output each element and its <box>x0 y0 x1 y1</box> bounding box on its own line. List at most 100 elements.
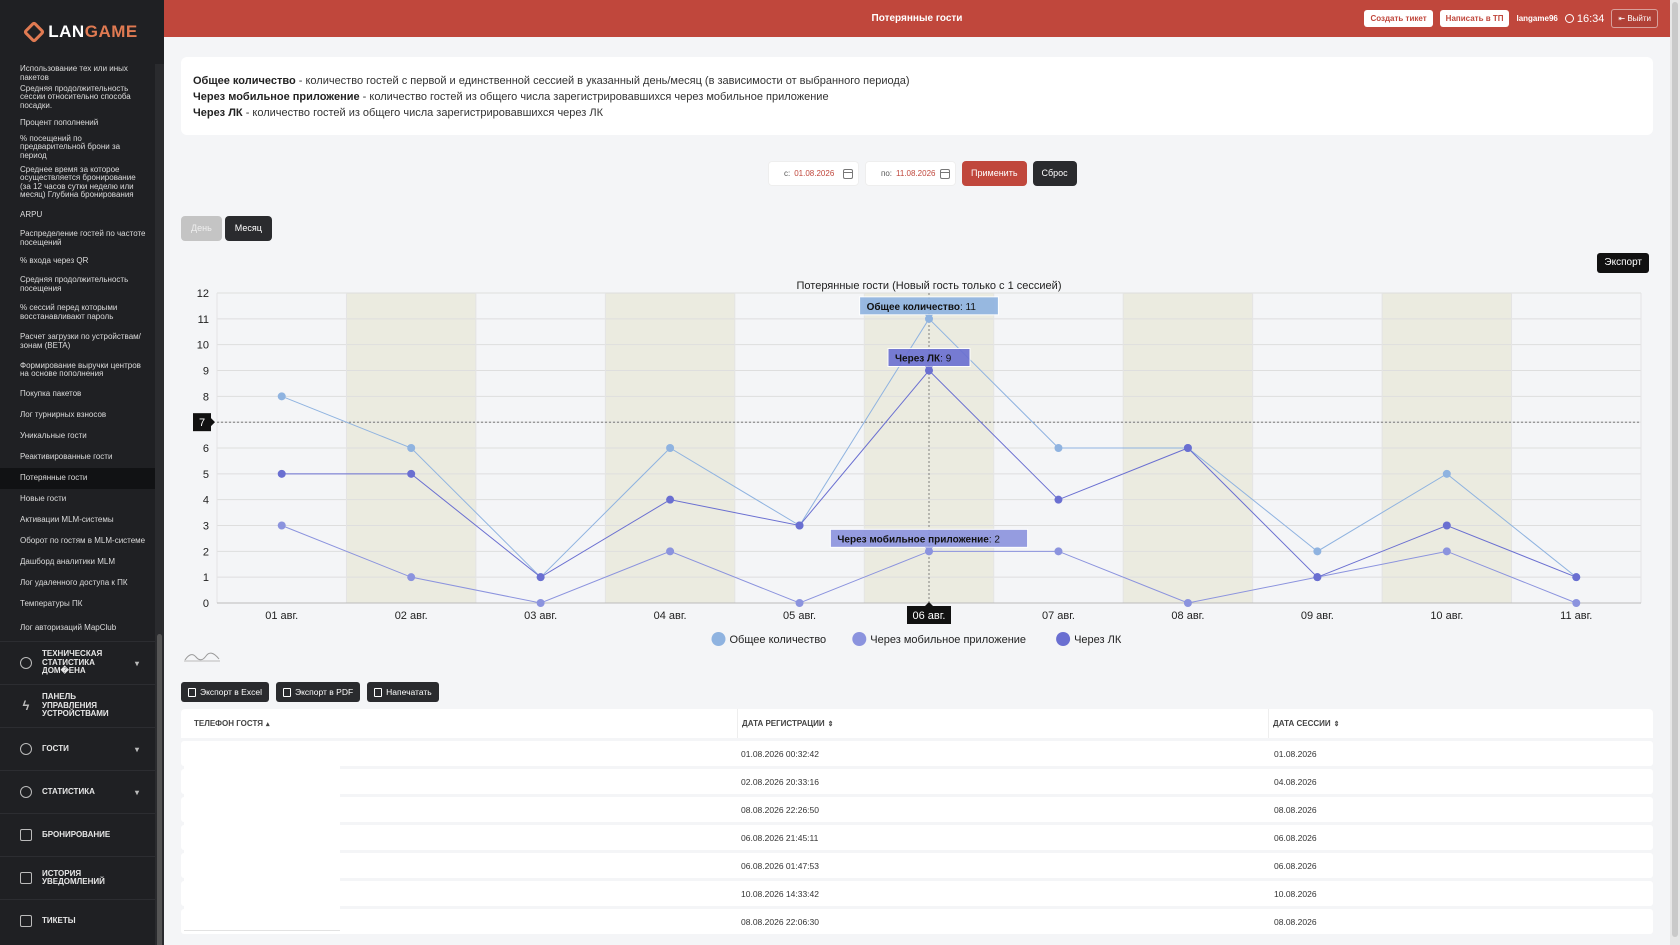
table-row[interactable]: 06.08.2026 01:47:53 06.08.2026 <box>181 853 1653 878</box>
page-scrollbar[interactable] <box>1670 0 1680 945</box>
period-day-button[interactable]: День <box>181 216 222 241</box>
export-button[interactable]: Экспорт <box>1597 253 1649 273</box>
data-point[interactable] <box>1442 469 1451 478</box>
legend-item[interactable]: Через мобильное приложение <box>852 632 1026 646</box>
data-point[interactable] <box>536 573 545 582</box>
data-point[interactable] <box>407 469 416 478</box>
column-phone[interactable]: ТЕЛЕФОН ГОСТЯ ▴ <box>181 709 737 738</box>
data-point[interactable] <box>1183 599 1192 607</box>
data-point[interactable] <box>407 444 416 452</box>
data-point[interactable] <box>536 599 545 607</box>
calendar-icon[interactable] <box>843 168 853 179</box>
logout-button[interactable]: ⇤ Выйти <box>1611 9 1658 28</box>
sidebar-scrollbar[interactable] <box>155 64 164 945</box>
sidebar-report-item[interactable]: ARPU <box>0 204 155 226</box>
page-scroll-thumb[interactable] <box>1672 2 1678 937</box>
data-point[interactable] <box>666 495 675 504</box>
sidebar-report-item[interactable]: % сессий перед которыми восстанавливают … <box>0 298 155 327</box>
export-pdf-button[interactable]: Экспорт в PDF <box>275 682 361 702</box>
data-point[interactable] <box>277 469 286 478</box>
apply-button[interactable]: Применить <box>962 161 1027 186</box>
data-point[interactable] <box>277 392 286 401</box>
x-tick-label: 03 авг. <box>524 610 557 622</box>
sidebar-report-item[interactable]: Лог турнирных взносов <box>0 405 155 426</box>
chart-navigator-icon[interactable] <box>184 650 220 662</box>
sidebar-report-item[interactable]: Процент пополнений <box>0 112 155 134</box>
sidebar-report-item[interactable]: Среднее время за которое осуществляется … <box>0 161 155 204</box>
date-to-field[interactable]: по: 11.08.2026 <box>865 161 956 186</box>
chevron-down-icon[interactable]: ▾ <box>135 745 139 754</box>
sidebar-group-item[interactable]: ТИКЕТЫ <box>0 899 155 942</box>
data-point[interactable] <box>1313 547 1322 556</box>
data-point[interactable] <box>1442 521 1451 530</box>
y-tick-label: 2 <box>203 546 209 558</box>
sidebar-report-item[interactable]: Реактивированные гости <box>0 447 155 468</box>
legend-item[interactable]: Общее количество <box>711 632 827 646</box>
print-button[interactable]: Напечатать <box>367 682 439 702</box>
data-point[interactable] <box>1442 547 1451 556</box>
chevron-down-icon[interactable]: ▾ <box>135 788 139 797</box>
data-point[interactable] <box>1313 573 1322 582</box>
sidebar-group-label: ТЕХНИЧЕСКАЯ СТАТИСТИКА ДОМ�ЕНА <box>42 649 103 676</box>
data-point[interactable] <box>407 573 416 582</box>
sort-asc-icon[interactable]: ▴ <box>266 720 270 728</box>
sidebar-report-item[interactable]: % посещений по предварительной брони за … <box>0 134 155 161</box>
table-row[interactable]: 06.08.2026 21:45:11 06.08.2026 <box>181 825 1653 850</box>
sidebar-report-item[interactable]: Распределение гостей по частоте посещени… <box>0 226 155 251</box>
data-point[interactable] <box>1054 444 1063 452</box>
bolt-icon: ϟ <box>22 698 30 713</box>
sidebar-group-item[interactable]: ТЕХНИЧЕСКАЯ СТАТИСТИКА ДОМ�ЕНА ▾ <box>0 641 155 684</box>
data-point[interactable] <box>277 521 286 530</box>
sidebar-group-item[interactable]: ϟ ПАНЕЛЬ УПРАВЛЕНИЯ УСТРОЙСТВАМИ <box>0 684 155 727</box>
table-row[interactable]: 08.08.2026 22:06:30 08.08.2026 <box>181 909 1653 934</box>
sidebar-report-item[interactable]: Активации MLM-системы <box>0 510 155 531</box>
sidebar-scroll-thumb[interactable] <box>157 634 162 945</box>
calendar-icon[interactable] <box>940 168 950 179</box>
logo[interactable]: LANGAME <box>0 0 164 64</box>
sidebar-report-item[interactable]: Лог удаленного доступа к ПК <box>0 573 155 594</box>
data-point[interactable] <box>1572 599 1581 607</box>
legend-item[interactable]: Через ЛК <box>1056 632 1122 646</box>
chevron-down-icon[interactable]: ▾ <box>135 659 139 668</box>
period-month-button[interactable]: Месяц <box>224 216 272 241</box>
data-point[interactable] <box>666 444 675 452</box>
sort-icon[interactable]: ⇕ <box>828 720 834 728</box>
data-point[interactable] <box>666 547 675 556</box>
sidebar-report-item[interactable]: Лог авторизаций MapClub <box>0 615 155 641</box>
sidebar-report-item[interactable]: Покупка пакетов <box>0 384 155 405</box>
data-point[interactable] <box>1054 495 1063 504</box>
sidebar-report-item[interactable]: Оборот по гостям в MLM-системе <box>0 531 155 552</box>
sidebar-report-item[interactable]: Средняя продолжительность сессии относит… <box>0 83 155 112</box>
data-point[interactable] <box>1183 444 1192 452</box>
sidebar-report-item[interactable]: Уникальные гости <box>0 426 155 447</box>
sidebar-report-item[interactable]: Использование тех или иных пакетов <box>0 64 155 83</box>
table-row[interactable]: 08.08.2026 22:26:50 08.08.2026 <box>181 797 1653 822</box>
sidebar-group-item[interactable]: БРОНИРОВАНИЕ <box>0 813 155 856</box>
reset-button[interactable]: Сброс <box>1032 161 1077 186</box>
sidebar-report-item[interactable]: Формирование выручки центров на основе п… <box>0 356 155 384</box>
table-row[interactable]: 02.08.2026 20:33:16 04.08.2026 <box>181 769 1653 794</box>
sidebar-report-item[interactable]: Потерянные гости <box>0 468 155 489</box>
create-ticket-button[interactable]: Создать тикет <box>1364 10 1433 27</box>
sidebar-report-item[interactable]: Средняя продолжительность посещения <box>0 271 155 298</box>
sidebar-report-item[interactable]: Расчет загрузки по устройствам/зонам (BE… <box>0 327 155 356</box>
column-registration-date[interactable]: ДАТА РЕГИСТРАЦИИ ⇕ <box>737 709 1268 738</box>
sort-icon[interactable]: ⇕ <box>1334 720 1340 728</box>
sidebar-group-item[interactable]: ГОСТИ ▾ <box>0 727 155 770</box>
data-point[interactable] <box>1572 573 1581 582</box>
date-from-field[interactable]: с: 01.08.2026 <box>768 161 859 186</box>
data-point[interactable] <box>795 521 804 530</box>
sidebar-report-item[interactable]: Температуры ПК <box>0 594 155 615</box>
sidebar-report-item[interactable]: % входа через QR <box>0 251 155 271</box>
export-excel-button[interactable]: Экспорт в Excel <box>181 682 269 702</box>
sidebar-group-item[interactable]: СТАТИСТИКА ▾ <box>0 770 155 813</box>
sidebar-group-item[interactable]: ИСТОРИЯ УВЕДОМЛЕНИЙ <box>0 856 155 899</box>
column-session-date[interactable]: ДАТА СЕССИИ ⇕ <box>1268 709 1653 738</box>
data-point[interactable] <box>1054 547 1063 556</box>
data-point[interactable] <box>795 599 804 607</box>
sidebar-report-item[interactable]: Новые гости <box>0 489 155 510</box>
sidebar-report-item[interactable]: Дашборд аналитики MLM <box>0 552 155 573</box>
table-row[interactable]: 01.08.2026 00:32:42 01.08.2026 <box>181 741 1653 766</box>
table-row[interactable]: 10.08.2026 14:33:42 10.08.2026 <box>181 881 1653 906</box>
write-support-button[interactable]: Написать в ТП <box>1439 10 1510 27</box>
